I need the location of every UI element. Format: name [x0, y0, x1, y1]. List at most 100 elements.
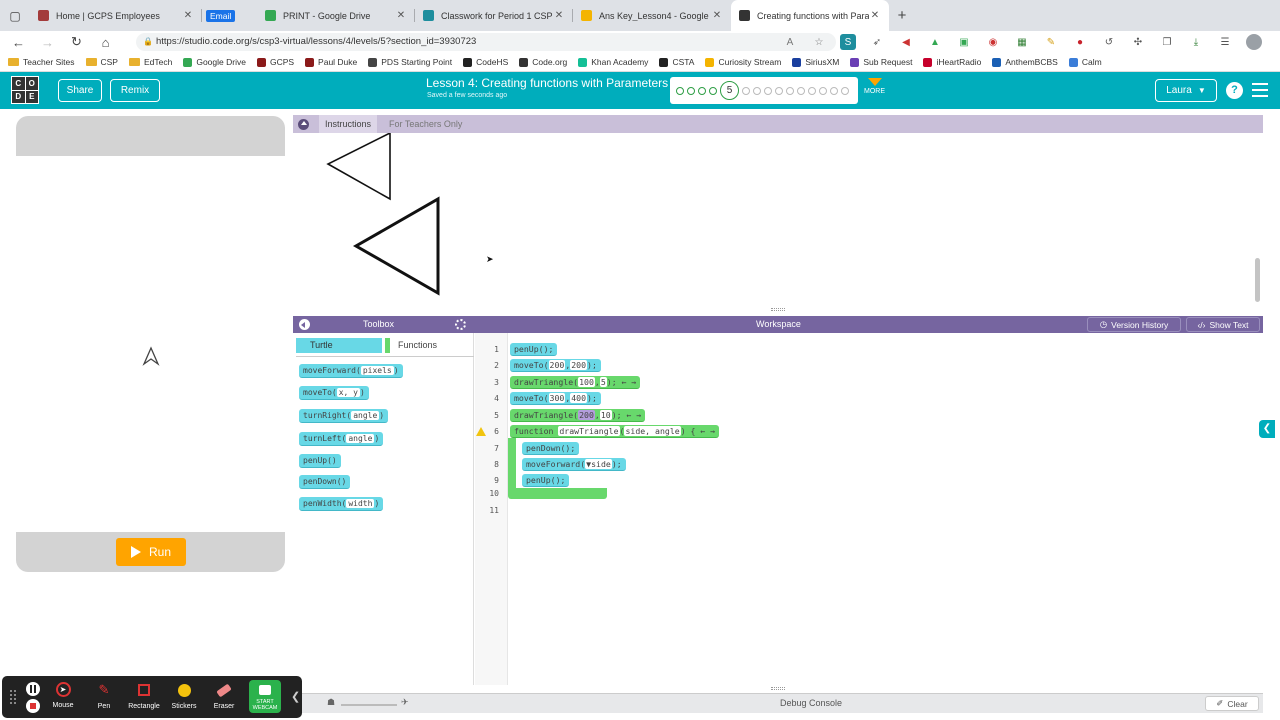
code-block-penup[interactable]: penUp(); [510, 343, 558, 356]
param-arrows-icon[interactable]: ← → [700, 426, 715, 436]
browser-tab[interactable]: PRINT - Google Drive ✕ [257, 0, 415, 31]
show-text-button[interactable]: ‹/› Show Text [1186, 317, 1260, 332]
level-dot[interactable] [753, 86, 761, 95]
puzzle-icon[interactable]: ✣ [1130, 34, 1146, 50]
extension-red-icon[interactable]: ◉ [985, 34, 1001, 50]
reading-list-icon[interactable]: ☰ [1217, 34, 1233, 50]
extension-green-icon[interactable]: ▣ [956, 34, 972, 50]
speed-slider[interactable] [341, 704, 397, 706]
url-input[interactable]: 🔒 https://studio.code.org/s/csp3-virtual… [136, 33, 836, 51]
browser-tab[interactable]: Email [202, 0, 257, 31]
pause-recording-icon[interactable] [26, 682, 40, 696]
reload-icon[interactable]: ↻ [62, 34, 91, 50]
version-history-button[interactable]: ◷ Version History [1087, 317, 1181, 332]
close-tab-icon[interactable]: ✕ [395, 10, 407, 21]
bookmark-item[interactable]: GCPS [256, 57, 294, 67]
code-block-moveforward[interactable]: moveForward(▼side); [522, 458, 626, 471]
user-menu-button[interactable]: Laura ▼ [1155, 79, 1217, 102]
tab-instructions[interactable]: Instructions [319, 115, 378, 133]
bookmark-item[interactable]: Paul Duke [305, 57, 357, 67]
close-tab-icon[interactable]: ✕ [711, 10, 723, 21]
browser-tab[interactable]: Ans Key_Lesson4 - Google Sli ✕ [573, 0, 731, 31]
level-dot[interactable] [698, 86, 706, 95]
bookmark-item[interactable]: EdTech [128, 57, 172, 67]
code-block-pendown[interactable]: penDown(); [522, 442, 580, 455]
extension-green2-icon[interactable]: ▦ [1014, 34, 1030, 50]
download-icon[interactable]: ⤓ [1188, 34, 1204, 50]
code-block-call-drawtriangle[interactable]: drawTriangle(200,10); ← → [510, 409, 646, 422]
expand-panel-icon[interactable]: ❮ [1259, 420, 1275, 438]
toolbox-block-pendown[interactable]: penDown() [299, 475, 351, 489]
workspace-panel[interactable]: 1 2 3 4 5 6 7 8 9 10 11 penUp(); moveTo(… [475, 333, 1263, 685]
extension-s-icon[interactable]: S [840, 34, 856, 50]
help-icon[interactable]: ? [1226, 82, 1243, 99]
bookmark-item[interactable]: Khan Academy [578, 57, 648, 67]
toolbox-block-penup[interactable]: penUp() [299, 454, 341, 468]
pinterest-icon[interactable]: ● [1072, 34, 1088, 50]
category-turtle[interactable]: Turtle [296, 338, 382, 353]
forward-icon[interactable]: → [33, 35, 62, 50]
back-icon[interactable]: ← [4, 35, 33, 50]
bookmark-item[interactable]: Google Drive [183, 57, 246, 67]
bookmark-item[interactable]: Sub Request [850, 57, 912, 67]
collapse-icon[interactable] [298, 118, 309, 130]
bookmark-item[interactable]: Calm [1068, 57, 1102, 67]
sync-icon[interactable]: ↺ [1101, 34, 1117, 50]
star-icon[interactable]: ☆ [811, 34, 827, 50]
hamburger-menu-icon[interactable] [1252, 83, 1268, 101]
browser-tab[interactable]: Classwork for Period 1 CSP ✕ [415, 0, 573, 31]
code-block-function-definition[interactable]: function drawTriangle(side, angle) { ← → [510, 425, 720, 438]
rectangle-tool-button[interactable]: Rectangle [125, 682, 163, 710]
level-dot[interactable] [797, 86, 805, 95]
level-dot[interactable] [786, 86, 794, 95]
mouse-tool-button[interactable]: ➤ Mouse [44, 682, 82, 709]
drive-icon[interactable]: ▲ [927, 34, 943, 50]
remix-button[interactable]: Remix [110, 79, 160, 102]
stickers-tool-button[interactable]: Stickers [165, 682, 203, 710]
code-block-moveto[interactable]: moveTo(300,400); [510, 392, 601, 405]
tab-search-icon[interactable]: ▢ [0, 0, 30, 31]
extension-copy-icon[interactable]: ❐ [1159, 34, 1175, 50]
code-block-moveto[interactable]: moveTo(200,200); [510, 359, 601, 372]
level-dot[interactable] [841, 86, 849, 95]
code-block-penup[interactable]: penUp(); [522, 474, 570, 487]
toolbox-block-penwidth[interactable]: penWidth(width) [299, 497, 384, 511]
start-webcam-button[interactable]: START WEBCAM [249, 680, 281, 713]
more-button[interactable]: MORE [864, 78, 885, 95]
browser-tab-active[interactable]: Creating functions with Param ✕ [731, 0, 889, 31]
level-dot[interactable] [676, 86, 684, 95]
level-dot[interactable] [764, 86, 772, 95]
close-tab-icon[interactable]: ✕ [869, 10, 881, 21]
bookmark-item[interactable]: Code.org [519, 57, 567, 67]
resize-handle[interactable] [771, 687, 785, 690]
hide-toolbox-icon[interactable] [299, 319, 310, 330]
resize-handle[interactable] [771, 308, 785, 311]
level-current[interactable]: 5 [720, 81, 739, 100]
toolbox-block-turnright[interactable]: turnRight(angle) [299, 409, 389, 423]
param-arrows-icon[interactable]: ← → [626, 410, 641, 420]
category-functions[interactable]: Functions [398, 340, 437, 350]
level-dot[interactable] [775, 86, 783, 95]
level-dot[interactable] [687, 86, 695, 95]
bookmark-item[interactable]: AnthemBCBS [992, 57, 1058, 67]
eraser-tool-button[interactable]: Eraser [205, 682, 243, 710]
home-icon[interactable]: ⌂ [91, 35, 120, 50]
translate-icon[interactable]: A [782, 34, 798, 50]
bookmark-item[interactable]: Teacher Sites [8, 57, 75, 67]
drag-handle-icon[interactable] [10, 690, 16, 704]
toolbox-block-moveforward[interactable]: moveForward(pixels) [299, 364, 403, 378]
browser-tab[interactable]: Home | GCPS Employees ✕ [30, 0, 202, 31]
close-tab-icon[interactable]: ✕ [182, 10, 194, 21]
level-dot[interactable] [819, 86, 827, 95]
bookmark-item[interactable]: Curiosity Stream [705, 57, 781, 67]
bookmark-item[interactable]: iHeartRadio [923, 57, 981, 67]
gear-icon[interactable] [455, 319, 466, 330]
clear-console-button[interactable]: ✐ Clear [1205, 696, 1259, 711]
pencil-icon[interactable]: ✎ [1043, 34, 1059, 50]
turtle-canvas[interactable] [16, 156, 285, 532]
rocket-icon[interactable]: ➶ [869, 34, 885, 50]
level-dot[interactable] [709, 86, 717, 95]
close-tab-icon[interactable]: ✕ [553, 10, 565, 21]
new-tab-icon[interactable]: + [889, 0, 915, 31]
level-dot[interactable] [808, 86, 816, 95]
